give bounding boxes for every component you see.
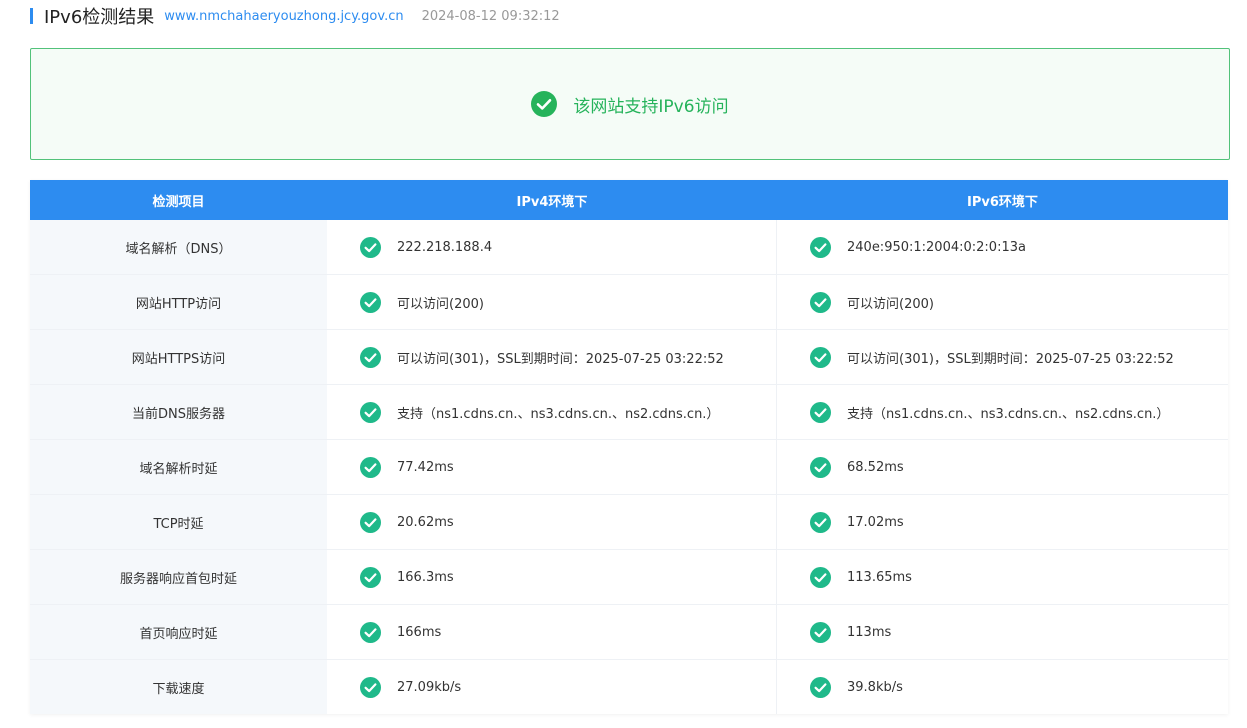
ipv6-result-text: 113.65ms <box>847 569 912 585</box>
ipv4-result-text: 20.62ms <box>397 514 454 530</box>
check-circle-icon <box>810 621 831 643</box>
title-accent-bar <box>30 8 33 24</box>
check-circle-icon <box>360 621 381 643</box>
ipv6-result-cell: 240e:950:1:2004:0:2:0:13a <box>777 220 1228 274</box>
check-circle-icon <box>810 566 831 588</box>
domain-link[interactable]: www.nmchahaeryouzhong.jcy.gov.cn <box>164 9 403 24</box>
ipv6-result-cell: 17.02ms <box>777 495 1228 549</box>
check-circle-icon <box>810 346 831 368</box>
ipv4-result-cell: 77.42ms <box>327 440 777 494</box>
check-circle-icon <box>810 676 831 698</box>
ipv6-result-cell: 68.52ms <box>777 440 1228 494</box>
table-row: TCP时延 20.62ms 17.02ms <box>30 495 1228 550</box>
table-header: 检测项目 IPv4环境下 IPv6环境下 <box>30 180 1228 220</box>
header-item: 检测项目 <box>152 194 205 210</box>
ipv6-result-page: IPv6检测结果 www.nmchahaeryouzhong.jcy.gov.c… <box>0 0 1247 728</box>
row-item-label: 下载速度 <box>30 660 327 714</box>
ipv4-result-text: 166ms <box>397 624 442 640</box>
ipv6-result-text: 240e:950:1:2004:0:2:0:13a <box>847 239 1026 255</box>
check-circle-icon <box>360 456 381 478</box>
row-item-label: 网站HTTP访问 <box>30 275 327 329</box>
ipv4-result-cell: 166.3ms <box>327 550 777 604</box>
ipv6-result-cell: 可以访问(301)，SSL到期时间：2025-07-25 03:22:52 <box>777 330 1228 384</box>
ipv4-result-text: 27.09kb/s <box>397 679 462 695</box>
ipv4-result-text: 支持（ns1.cdns.cn.、ns3.cdns.cn.、ns2.cdns.cn… <box>397 406 720 422</box>
ipv4-result-text: 77.42ms <box>397 459 454 475</box>
check-circle-icon <box>360 401 381 423</box>
table-body: 域名解析（DNS） 222.218.188.4 240e:950:1:2004:0:… <box>30 220 1228 714</box>
ipv6-result-text: 可以访问(200) <box>847 296 934 312</box>
check-circle-icon <box>360 291 381 313</box>
check-circle-icon <box>360 676 381 698</box>
table-row: 下载速度 27.09kb/s 39.8kb/s <box>30 660 1228 714</box>
row-item-label: TCP时延 <box>30 495 327 549</box>
result-table: 检测项目 IPv4环境下 IPv6环境下 域名解析（DNS） 222.218.18… <box>30 180 1228 714</box>
ipv4-result-text: 222.218.188.4 <box>397 239 493 255</box>
ipv6-result-text: 支持（ns1.cdns.cn.、ns3.cdns.cn.、ns2.cdns.cn… <box>847 406 1170 422</box>
table-row: 域名解析（DNS） 222.218.188.4 240e:950:1:2004:0:… <box>30 220 1228 275</box>
table-row: 首页响应时延 166ms 113ms <box>30 605 1228 660</box>
support-message: 该网站支持IPv6访问 <box>573 96 729 117</box>
ipv4-result-cell: 可以访问(301)，SSL到期时间：2025-07-25 03:22:52 <box>327 330 777 384</box>
ipv6-result-text: 17.02ms <box>847 514 904 530</box>
ipv4-result-cell: 222.218.188.4 <box>327 220 777 274</box>
table-row: 服务器响应首包时延 166.3ms 113.65ms <box>30 550 1228 605</box>
ipv4-result-text: 可以访问(200) <box>397 296 484 312</box>
check-circle-icon <box>360 566 381 588</box>
ipv6-result-cell: 39.8kb/s <box>777 660 1228 714</box>
ipv6-result-cell: 113ms <box>777 605 1228 659</box>
check-circle-icon <box>810 456 831 478</box>
check-circle-icon <box>360 236 381 258</box>
table-row: 域名解析时延 77.42ms 68.52ms <box>30 440 1228 495</box>
table-row: 网站HTTPS访问 可以访问(301)，SSL到期时间：2025-07-25 03… <box>30 330 1228 385</box>
check-circle-icon <box>810 291 831 313</box>
ipv6-result-text: 113ms <box>847 624 892 640</box>
ipv4-result-cell: 可以访问(200) <box>327 275 777 329</box>
header-ipv6: IPv6环境下 <box>967 194 1038 210</box>
check-circle-icon <box>810 401 831 423</box>
check-circle-icon <box>810 236 831 258</box>
ipv4-result-cell: 20.62ms <box>327 495 777 549</box>
ipv4-result-text: 可以访问(301)，SSL到期时间：2025-07-25 03:22:52 <box>397 351 724 367</box>
header-ipv4: IPv4环境下 <box>516 194 588 210</box>
check-circle-icon <box>360 511 381 533</box>
row-item-label: 网站HTTPS访问 <box>30 330 327 384</box>
result-header: IPv6检测结果 www.nmchahaeryouzhong.jcy.gov.c… <box>30 5 560 28</box>
row-item-label: 域名解析（DNS） <box>30 220 327 274</box>
ipv6-result-cell: 113.65ms <box>777 550 1228 604</box>
ipv6-result-text: 68.52ms <box>847 459 904 475</box>
row-item-label: 首页响应时延 <box>30 605 327 659</box>
row-item-label: 服务器响应首包时延 <box>30 550 327 604</box>
table-row: 当前DNS服务器 支持（ns1.cdns.cn.、ns3.cdns.cn.、ns2… <box>30 385 1228 440</box>
table-row: 网站HTTP访问 可以访问(200) 可以访问(200) <box>30 275 1228 330</box>
ipv4-result-cell: 166ms <box>327 605 777 659</box>
ipv6-result-cell: 支持（ns1.cdns.cn.、ns3.cdns.cn.、ns2.cdns.cn… <box>777 385 1228 439</box>
check-circle-icon <box>810 511 831 533</box>
ipv6-result-text: 可以访问(301)，SSL到期时间：2025-07-25 03:22:52 <box>847 351 1174 367</box>
row-item-label: 当前DNS服务器 <box>30 385 327 439</box>
row-item-label: 域名解析时延 <box>30 440 327 494</box>
page-title: IPv6检测结果 <box>44 7 155 28</box>
ipv6-result-cell: 可以访问(200) <box>777 275 1228 329</box>
ipv4-result-text: 166.3ms <box>397 569 454 585</box>
check-timestamp: 2024-08-12 09:32:12 <box>421 8 560 24</box>
check-circle-icon <box>531 91 558 117</box>
ipv4-result-cell: 支持（ns1.cdns.cn.、ns3.cdns.cn.、ns2.cdns.cn… <box>327 385 777 439</box>
ipv6-result-text: 39.8kb/s <box>847 679 903 695</box>
support-banner: 该网站支持IPv6访问 <box>30 48 1230 160</box>
check-circle-icon <box>360 346 381 368</box>
ipv4-result-cell: 27.09kb/s <box>327 660 777 714</box>
